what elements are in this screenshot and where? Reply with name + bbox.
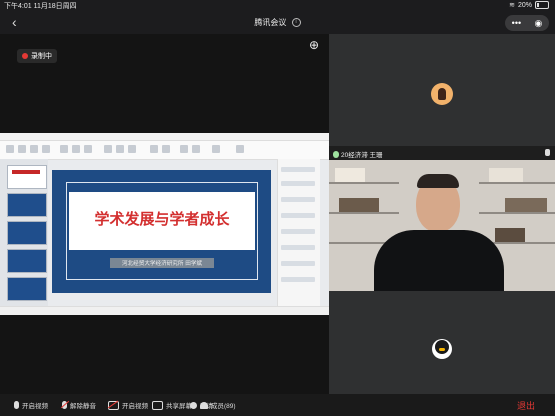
slide-thumbnail (7, 249, 47, 273)
share-screen-button[interactable]: 共享屏幕 (152, 398, 192, 412)
meeting-title-area: 腾讯会议 i (0, 17, 555, 28)
members-button[interactable]: 成员(89) (200, 398, 236, 412)
participant-name: 20经济滞 王珊 (341, 152, 383, 159)
leave-button[interactable]: 退出 (517, 399, 535, 412)
slide-title: 学术发展与学者成长 (94, 210, 230, 228)
mini-program-capsule: ••• ◉ (505, 15, 549, 31)
unmute-label: 解除静音 (70, 403, 96, 410)
presentation-status-bar (0, 306, 329, 315)
participant-video (329, 160, 555, 291)
participant-name-label: 20经济滞 王珊 (333, 149, 383, 159)
participant-tile[interactable] (329, 291, 555, 394)
slide-thumbnail (7, 277, 47, 301)
info-icon[interactable]: i (291, 18, 301, 28)
recording-dot-icon (22, 53, 28, 59)
audio-label: 开启视频 (22, 403, 48, 410)
presentation-window: 学术发展与学者成长 河北经贸大学经济研究所 田学斌 (0, 133, 329, 315)
target-icon[interactable]: ◉ (534, 18, 542, 29)
slide-thumbnail (7, 193, 47, 217)
participant-tile[interactable] (329, 34, 555, 146)
invite-icon (190, 401, 197, 409)
members-label: 成员(89) (211, 403, 236, 410)
battery-fill (537, 3, 539, 7)
current-slide: 学术发展与学者成长 河北经贸大学经济研究所 田学斌 (52, 170, 271, 293)
slide-thumbnail (7, 221, 47, 245)
status-time-date: 下午4:01 11月18日周四 (4, 1, 77, 11)
mic-icon (333, 150, 339, 158)
person-hair (417, 174, 459, 188)
share-screen-icon (152, 400, 163, 410)
meeting-title: 腾讯会议 (254, 18, 287, 27)
video-button[interactable]: 开启视频 (108, 398, 148, 412)
audio-button[interactable]: 开启视频 (14, 398, 48, 412)
headset-icon (14, 401, 19, 409)
camera-off-icon (108, 400, 119, 410)
person-body (374, 230, 504, 291)
video-label: 开启视频 (122, 403, 148, 410)
zoom-icon[interactable]: ⊕ (309, 38, 323, 52)
avatar (431, 83, 453, 105)
status-right: ≋ 20% (509, 1, 549, 9)
members-icon (200, 401, 208, 409)
presentation-side-panel (277, 159, 320, 307)
title-bar: ‹ 腾讯会议 i ••• ◉ (0, 12, 555, 34)
status-date: 11月18日周四 (33, 3, 77, 10)
participant-video-tile[interactable]: 20经济滞 王珊 (329, 146, 555, 291)
share-label: 共享屏幕 (166, 403, 192, 410)
slide-subtitle: 河北经贸大学经济研究所 田学斌 (110, 258, 214, 268)
status-bar: 下午4:01 11月18日周四 ≋ 20% (0, 0, 555, 12)
presentation-toolbar (0, 141, 329, 160)
slide-thumbnails (0, 159, 48, 307)
unmute-button[interactable]: 解除静音 (62, 398, 96, 412)
wifi-icon: ≋ (509, 2, 515, 9)
status-time: 下午4:01 (4, 3, 32, 10)
avatar (432, 339, 452, 359)
mic-muted-icon (62, 401, 67, 409)
pin-icon[interactable] (545, 149, 550, 156)
battery-percent: 20% (517, 1, 532, 9)
meeting-toolbar: 开启视频 解除静音 开启视频 共享屏幕 邀请 成员(89) 退出 (0, 394, 555, 416)
recording-indicator: 录制中 (17, 49, 57, 63)
battery-icon (535, 1, 549, 9)
participants-column: 20经济滞 王珊 (329, 34, 555, 394)
presentation-tabs (0, 133, 329, 141)
more-icon[interactable]: ••• (512, 18, 521, 28)
slide-thumbnail (7, 165, 47, 189)
recording-label: 录制中 (31, 53, 52, 60)
